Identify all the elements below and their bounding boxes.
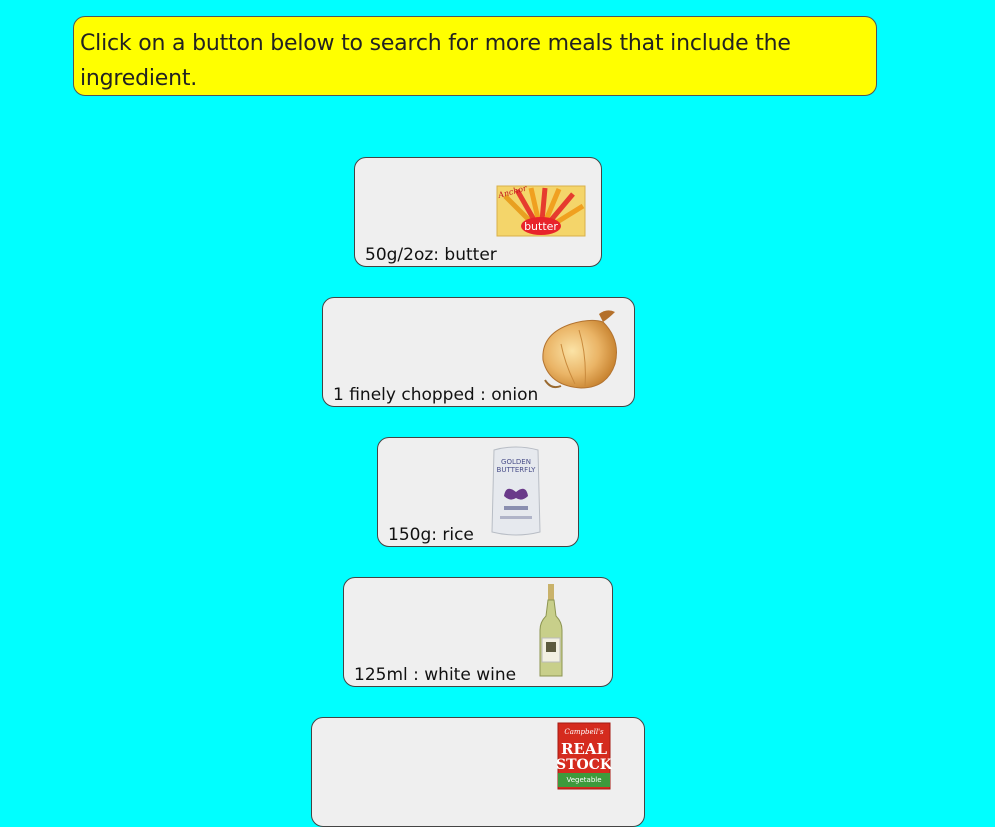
ingredient-button-rice[interactable]: GOLDEN BUTTERFLY 150g: rice (377, 437, 579, 547)
white-wine-image (536, 582, 566, 680)
svg-text:BUTTERFLY: BUTTERFLY (497, 466, 537, 474)
svg-text:Campbell's: Campbell's (564, 728, 604, 736)
ingredient-label: 150g: rice (388, 525, 474, 545)
instruction-text: Click on a button below to search for mo… (80, 31, 791, 91)
svg-text:GOLDEN: GOLDEN (501, 458, 531, 466)
ingredient-button-butter[interactable]: butter Anchor 50g/2oz: butter (354, 157, 602, 267)
ingredient-button-white-wine[interactable]: 125ml : white wine (343, 577, 613, 687)
vegetable-stock-image: Campbell's REAL STOCK Vegetable (556, 721, 612, 791)
ingredient-label: 1 finely chopped : onion (333, 385, 539, 405)
ingredient-button-onion[interactable]: 1 finely chopped : onion (322, 297, 635, 407)
svg-text:REAL: REAL (561, 740, 608, 758)
svg-text:butter: butter (524, 220, 558, 233)
ingredient-label: 50g/2oz: butter (365, 245, 497, 265)
svg-text:Vegetable: Vegetable (566, 776, 601, 784)
butter-image: butter Anchor (495, 182, 587, 238)
ingredient-label: 125ml : white wine (354, 665, 517, 685)
instruction-banner: Click on a button below to search for mo… (73, 16, 877, 96)
onion-image (531, 304, 621, 396)
svg-text:STOCK: STOCK (556, 757, 612, 773)
ingredient-button-vegetable-stock[interactable]: Campbell's REAL STOCK Vegetable (311, 717, 645, 827)
rice-image: GOLDEN BUTTERFLY (488, 444, 544, 538)
